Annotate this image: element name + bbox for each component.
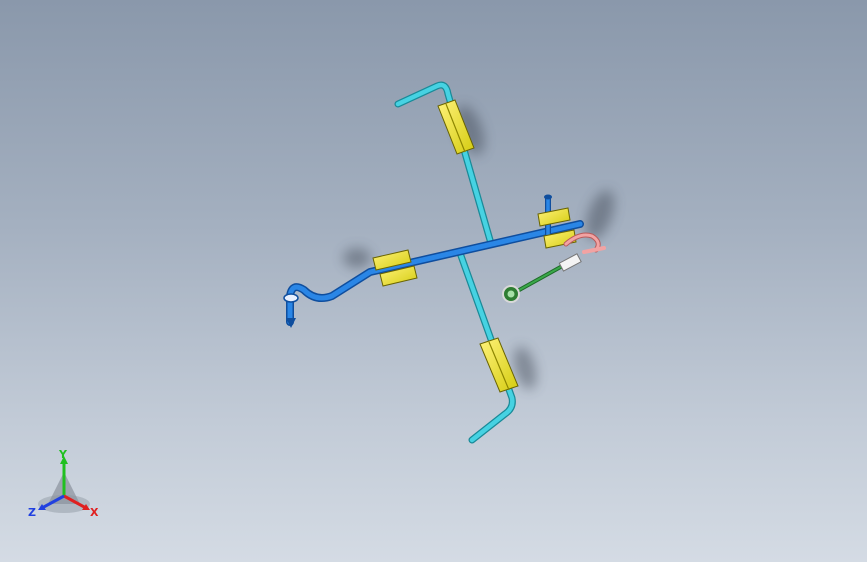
lower-support[interactable] (479, 337, 519, 393)
3d-viewport[interactable]: Y X Z (0, 0, 867, 562)
triad-z-label: Z (28, 506, 36, 519)
main-pipe[interactable] (286, 220, 584, 326)
pipe-assembly-model[interactable] (0, 0, 867, 562)
gauge-assembly[interactable] (502, 253, 582, 303)
triad-y-label: Y (58, 448, 68, 461)
orientation-triad: Y X Z (28, 448, 99, 519)
triad-x-label: X (90, 506, 99, 519)
